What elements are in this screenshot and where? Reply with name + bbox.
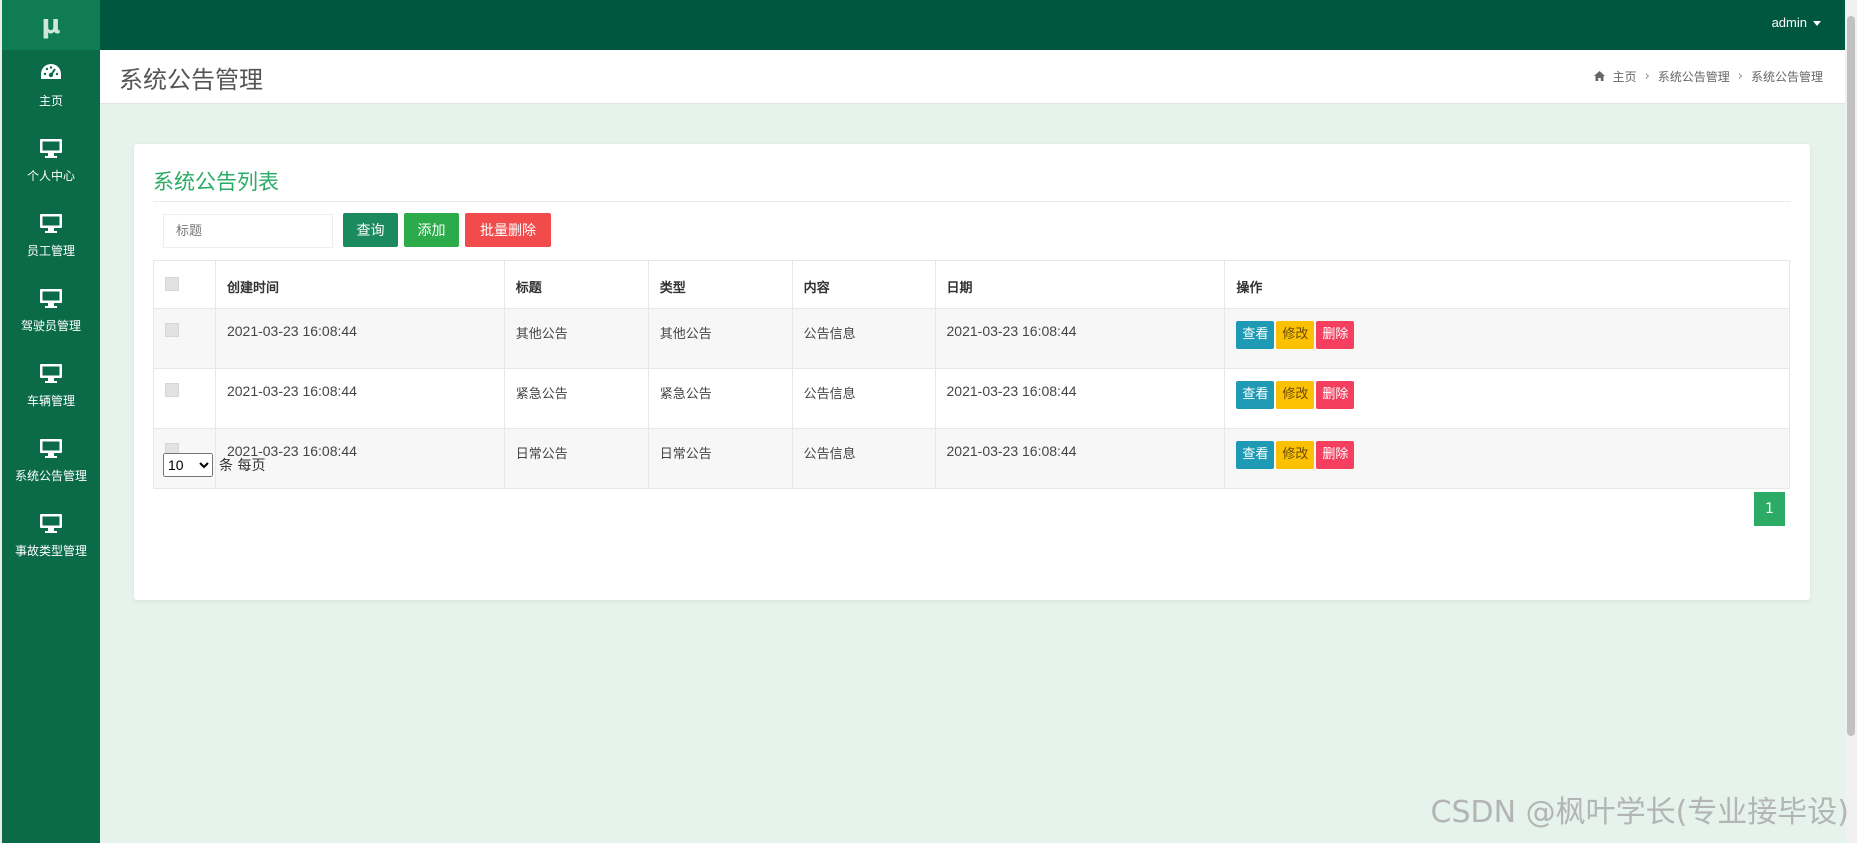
cell-date: 2021-03-23 16:08:44: [934, 308, 1226, 369]
col-header-type: 类型: [647, 260, 793, 309]
sidebar-item-label: 驾驶员管理: [20, 319, 81, 333]
edit-button[interactable]: 修改: [1276, 321, 1315, 349]
sidebar-item-label: 事故类型管理: [14, 544, 87, 558]
view-button[interactable]: 查看: [1236, 321, 1275, 349]
user-name: admin: [1771, 15, 1807, 30]
add-button[interactable]: 添加: [404, 213, 459, 247]
card-title: 系统公告列表: [153, 170, 279, 194]
cell-actions: 查看 修改 删除: [1224, 368, 1790, 429]
chevron-right-icon: ›: [1644, 69, 1650, 84]
col-header-content: 内容: [791, 260, 936, 309]
cell-title: 其他公告: [503, 308, 649, 369]
title-search-input[interactable]: [163, 214, 333, 248]
edit-button[interactable]: 修改: [1276, 441, 1315, 469]
sidebar-item-label: 车辆管理: [26, 394, 75, 408]
monitor-icon: [38, 510, 64, 536]
watermark: CSDN @枫叶学长(专业接毕设): [1430, 795, 1849, 830]
cell-date: 2021-03-23 16:08:44: [934, 428, 1226, 489]
caret-down-icon: [1813, 21, 1821, 27]
sidebar-item-accident-types[interactable]: 事故类型管理: [2, 500, 100, 575]
table-row: 2021-03-23 16:08:44 日常公告 日常公告 公告信息 2021-…: [153, 428, 1790, 489]
user-menu[interactable]: admin: [1772, 0, 1821, 46]
sidebar-item-label: 主页: [38, 94, 63, 108]
row-checkbox[interactable]: [165, 383, 179, 397]
batch-delete-button[interactable]: 批量删除: [465, 213, 551, 247]
col-header-actions: 操作: [1224, 260, 1790, 309]
monitor-icon: [38, 435, 64, 461]
cell-actions: 查看 修改 删除: [1224, 428, 1790, 489]
cell-actions: 查看 修改 删除: [1224, 308, 1790, 369]
page-button-current[interactable]: 1: [1754, 492, 1785, 526]
top-navbar: μ admin: [0, 0, 1845, 50]
page-size-select[interactable]: 10: [163, 453, 213, 477]
select-all-cell: [153, 260, 216, 309]
sidebar-item-label: 员工管理: [26, 244, 75, 258]
col-header-date: 日期: [934, 260, 1226, 309]
row-select-cell: [153, 308, 216, 369]
sidebar-item-label: 系统公告管理: [14, 469, 87, 483]
select-all-checkbox[interactable]: [165, 277, 179, 291]
table-row: 2021-03-23 16:08:44 其他公告 其他公告 公告信息 2021-…: [153, 308, 1790, 369]
cell-title: 日常公告: [503, 428, 649, 489]
dashboard-icon: [38, 60, 64, 86]
home-icon: [1593, 70, 1605, 84]
cell-type: 紧急公告: [647, 368, 793, 429]
cell-content: 公告信息: [791, 368, 936, 429]
cell-title: 紧急公告: [503, 368, 649, 429]
page-size-label: 条 每页: [219, 458, 266, 474]
divider: [153, 201, 1791, 202]
scrollbar[interactable]: [1845, 0, 1857, 843]
cell-type: 其他公告: [647, 308, 793, 369]
breadcrumb: 主页 › 系统公告管理 › 系统公告管理: [1593, 68, 1823, 85]
cell-created: 2021-03-23 16:08:44: [214, 308, 505, 369]
delete-button[interactable]: 删除: [1316, 441, 1355, 469]
chevron-right-icon: ›: [1737, 69, 1743, 84]
view-button[interactable]: 查看: [1236, 381, 1275, 409]
cell-type: 日常公告: [647, 428, 793, 489]
breadcrumb-home[interactable]: 主页: [1613, 68, 1637, 85]
cell-date: 2021-03-23 16:08:44: [934, 368, 1226, 429]
edit-button[interactable]: 修改: [1276, 381, 1315, 409]
cell-content: 公告信息: [791, 308, 936, 369]
page-title: 系统公告管理: [119, 66, 263, 94]
view-button[interactable]: 查看: [1236, 441, 1275, 469]
row-select-cell: [153, 368, 216, 429]
scrollbar-thumb[interactable]: [1847, 16, 1855, 736]
announcement-table: 创建时间 标题 类型 内容 日期 操作 2021-03-23 16:08:44 …: [153, 260, 1790, 489]
query-button[interactable]: 查询: [343, 213, 398, 247]
col-header-created: 创建时间: [214, 260, 505, 309]
sidebar-item-vehicles[interactable]: 车辆管理: [2, 350, 100, 425]
breadcrumb-current: 系统公告管理: [1750, 70, 1823, 84]
col-header-title: 标题: [503, 260, 649, 309]
brand-logo[interactable]: μ: [0, 0, 100, 50]
monitor-icon: [38, 210, 64, 236]
delete-button[interactable]: 删除: [1316, 321, 1355, 349]
page-size-control: 10 条 每页: [163, 453, 265, 477]
monitor-icon: [38, 135, 64, 161]
breadcrumb-section[interactable]: 系统公告管理: [1658, 68, 1730, 85]
cell-created: 2021-03-23 16:08:44: [214, 368, 505, 429]
monitor-icon: [38, 285, 64, 311]
sidebar-item-announcements[interactable]: 系统公告管理: [2, 425, 100, 500]
row-checkbox[interactable]: [165, 323, 179, 337]
sidebar-item-staff[interactable]: 员工管理: [2, 200, 100, 275]
sidebar-item-label: 个人中心: [26, 169, 75, 183]
table-header-row: 创建时间 标题 类型 内容 日期 操作: [153, 260, 1790, 309]
sidebar-item-home[interactable]: 主页: [2, 50, 100, 125]
announcement-list-card: 系统公告列表 查询 添加 批量删除 创建时间 标题 类型 内容 日期 操作: [134, 144, 1810, 600]
content-area: 系统公告列表 查询 添加 批量删除 创建时间 标题 类型 内容 日期 操作: [100, 104, 1845, 843]
monitor-icon: [38, 360, 64, 386]
sidebar-item-personal-center[interactable]: 个人中心: [2, 125, 100, 200]
cell-content: 公告信息: [791, 428, 936, 489]
sidebar-item-drivers[interactable]: 驾驶员管理: [2, 275, 100, 350]
sidebar: 主页 个人中心 员工管理 驾驶员管理 车辆管理 系统公告管理 事故类型管理: [0, 50, 100, 843]
delete-button[interactable]: 删除: [1316, 381, 1355, 409]
page-header: 系统公告管理 主页 › 系统公告管理 › 系统公告管理: [100, 50, 1845, 104]
table-row: 2021-03-23 16:08:44 紧急公告 紧急公告 公告信息 2021-…: [153, 368, 1790, 429]
